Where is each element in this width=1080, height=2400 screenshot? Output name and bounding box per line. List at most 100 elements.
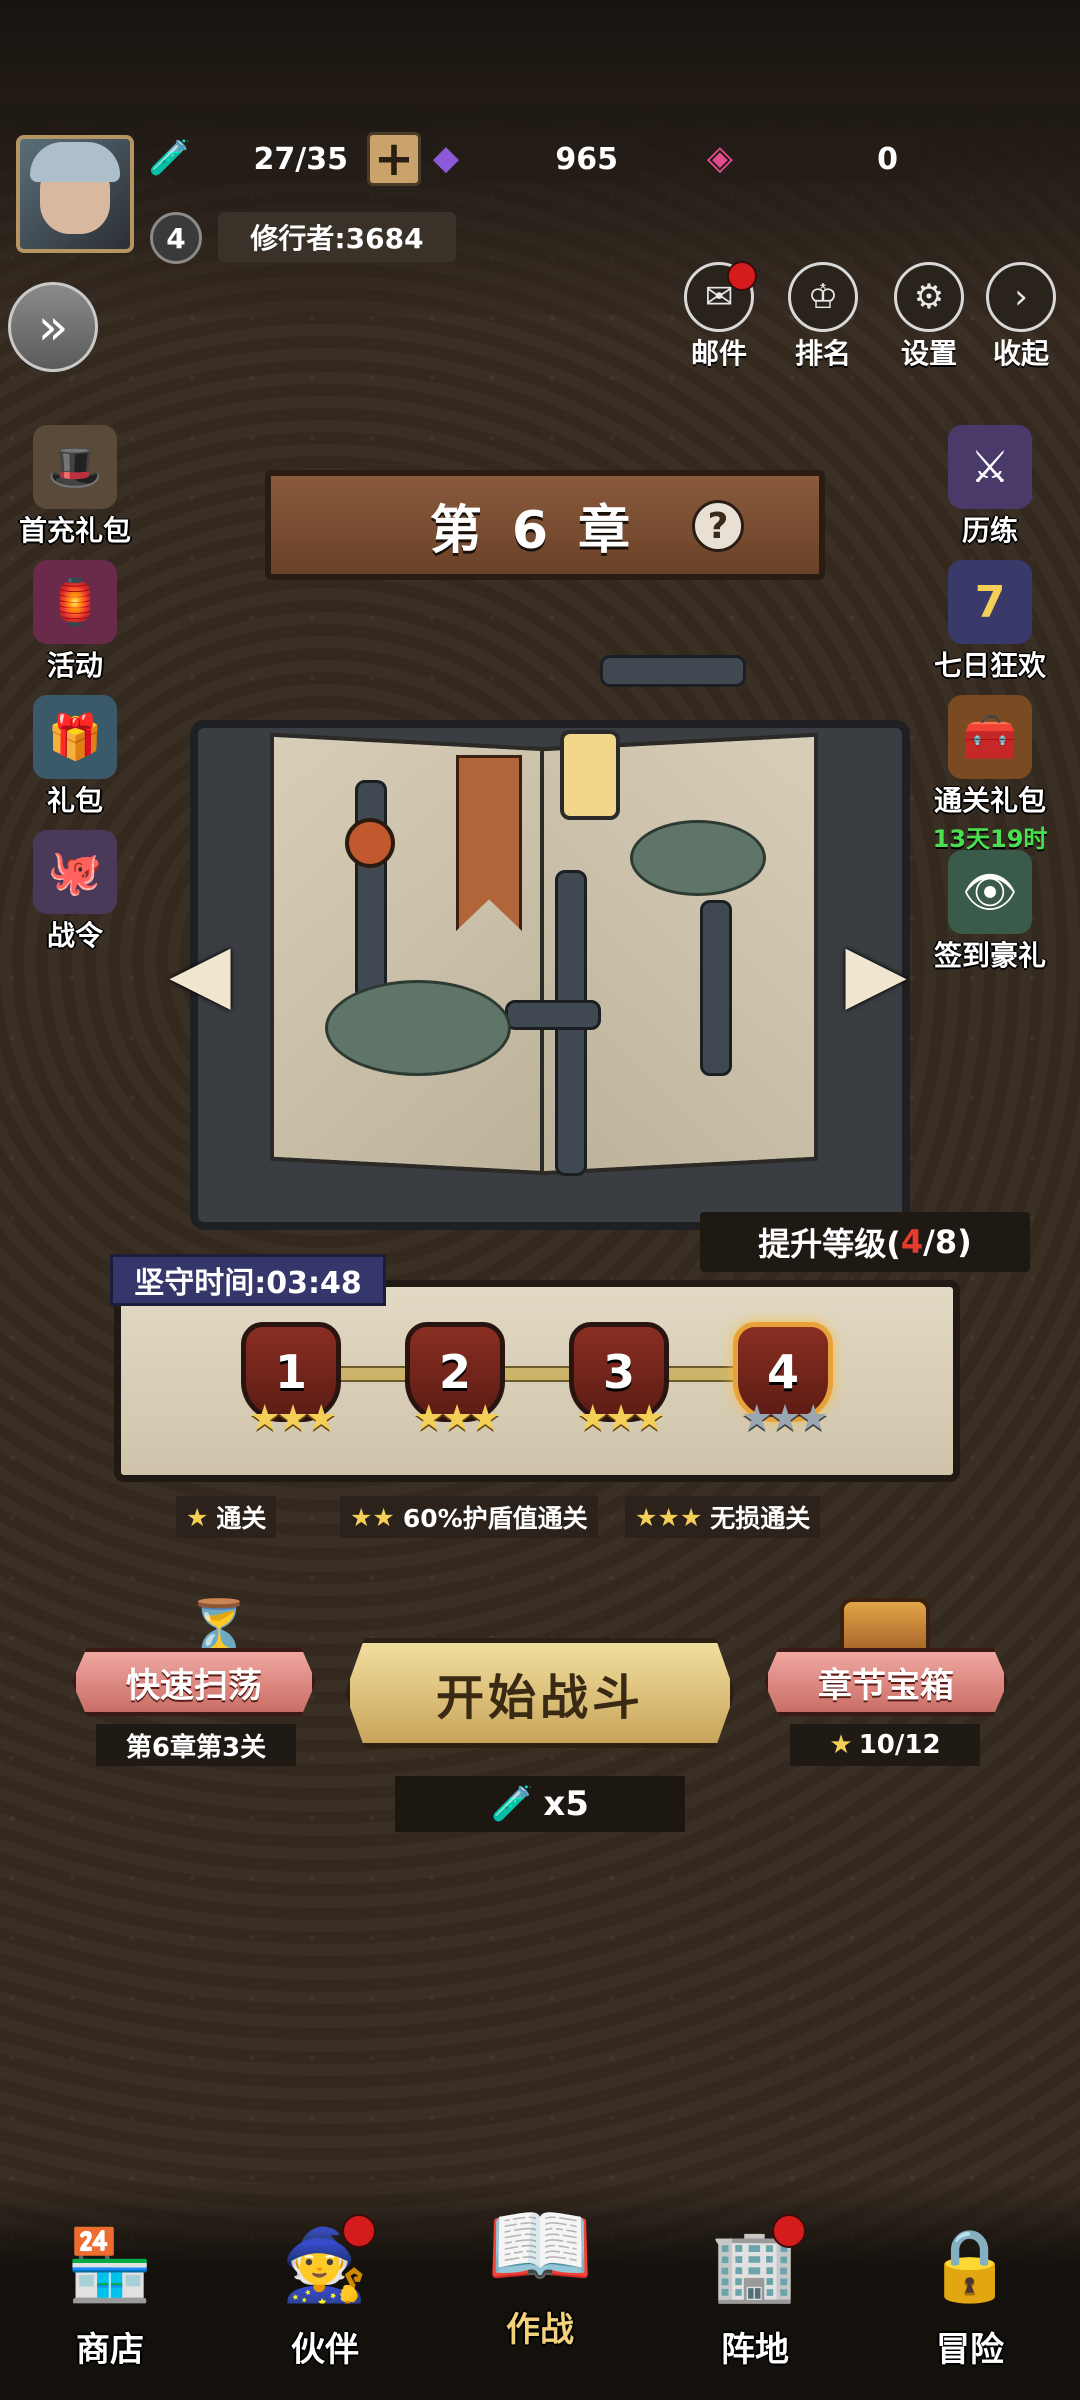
base-notification-dot	[772, 2214, 806, 2248]
collapse-button[interactable]: › 收起	[980, 262, 1062, 372]
stage-node-1[interactable]: 1 ★★★	[236, 1322, 346, 1462]
gem-value: 965	[555, 141, 618, 177]
event-label: 活动	[46, 649, 103, 682]
hold-time-tab: 坚守时间:03:48	[110, 1254, 386, 1306]
nav-base[interactable]: 🏢 阵地	[665, 2210, 845, 2371]
legend-stars-1: ★	[186, 1502, 209, 1532]
legend-text-2: 60%护盾值通关	[402, 1504, 588, 1533]
quick-sweep-button[interactable]: 快速扫荡	[72, 1648, 316, 1716]
next-chapter-arrow[interactable]: ▶	[836, 912, 916, 1032]
ranking-button[interactable]: ♔ 排名	[782, 262, 864, 372]
top-shade	[0, 0, 1080, 110]
chest-progress: ★ 10/12	[790, 1724, 980, 1766]
avatar-portrait	[30, 142, 120, 234]
chapter-help-button[interactable]: ?	[692, 500, 744, 552]
expand-menu-button[interactable]: »	[8, 282, 98, 372]
legend-text-1: 通关	[216, 1504, 267, 1533]
battle-pass-label: 战令	[46, 919, 103, 952]
nav-base-label: 阵地	[721, 2330, 789, 2370]
player-level: 4	[166, 221, 186, 255]
upgrade-label: 提升等级(	[758, 1225, 901, 1263]
valve-wheel	[345, 818, 395, 868]
battle-cost-value: x5	[543, 1784, 589, 1824]
battle-pass-button[interactable]: 🐙 战令	[0, 830, 150, 954]
ranking-label: 排名	[794, 337, 851, 370]
potion-cost-icon: 🧪	[491, 1784, 534, 1824]
upgrade-level-indicator[interactable]: 提升等级(4/8)	[700, 1212, 1030, 1272]
nav-adventure-label: 冒险	[936, 2330, 1004, 2370]
prev-chapter-arrow[interactable]: ◀	[160, 912, 240, 1032]
nav-partner-label: 伙伴	[291, 2330, 359, 2370]
pipe-far-right	[700, 900, 732, 1076]
nav-shop[interactable]: 🏪 商店	[20, 2210, 200, 2371]
stage-node-2[interactable]: 2 ★★★	[400, 1322, 510, 1462]
wizard-hat-icon: 🧙	[270, 2210, 380, 2320]
stamina-value: 27/35	[253, 141, 348, 177]
medal-icon: ♔	[788, 262, 858, 332]
player-name: 修行者:3684	[250, 222, 424, 255]
mail-notification-dot	[727, 261, 757, 291]
stage-stars-2: ★★★	[412, 1398, 502, 1439]
slime-puddle-left	[325, 980, 511, 1076]
start-battle-button[interactable]: 开始战斗	[345, 1638, 735, 1748]
question-icon: ?	[707, 505, 729, 547]
nav-shop-label: 商店	[76, 2330, 144, 2370]
chapter-chest-label: 章节宝箱	[818, 1665, 954, 1706]
nav-partner[interactable]: 🧙 伙伴	[235, 2210, 415, 2371]
building-icon: 🏢	[700, 2210, 810, 2320]
mail-label: 邮件	[690, 337, 747, 370]
stage-node-3[interactable]: 3 ★★★	[564, 1322, 674, 1462]
nav-battle-label: 作战	[506, 2310, 574, 2350]
trial-button[interactable]: ⚔ 历练	[915, 425, 1065, 549]
checkin-icon: 👁	[948, 850, 1032, 934]
start-battle-label: 开始战斗	[435, 1670, 644, 1726]
shop-icon: 🏪	[66, 2223, 154, 2306]
seven-day-icon: 7	[948, 560, 1032, 644]
sweep-stage-text: 第6章第3关	[125, 1732, 267, 1763]
trial-icon: ⚔	[948, 425, 1032, 509]
double-chevron-icon: »	[37, 298, 69, 356]
gem-icon: ◆	[432, 138, 460, 178]
upgrade-total: /8)	[923, 1223, 972, 1261]
stage-node-4[interactable]: 4 ★★★	[728, 1322, 838, 1462]
upgrade-current: 4	[900, 1223, 924, 1261]
mail-button[interactable]: ✉ 邮件	[678, 261, 760, 372]
clear-gift-label: 通关礼包	[933, 784, 1046, 817]
nav-battle[interactable]: 📖 作战	[450, 2190, 630, 2351]
legend-stars-3: ★★★	[635, 1502, 703, 1532]
checkin-label: 签到豪礼	[933, 939, 1046, 972]
stage-stars-3: ★★★	[576, 1398, 666, 1439]
adventure-lock-icon: 🔒	[926, 2223, 1014, 2306]
player-avatar[interactable]	[16, 135, 134, 253]
settings-label: 设置	[900, 337, 957, 370]
legend-stars-2: ★★	[350, 1502, 395, 1532]
add-stamina-button[interactable]: +	[367, 132, 421, 186]
ticket-value: 0	[877, 141, 898, 177]
event-icon: 🏮	[33, 560, 117, 644]
gift-button[interactable]: 🎁 礼包	[0, 695, 150, 819]
event-button[interactable]: 🏮 活动	[0, 560, 150, 684]
legend-shield: ★★ 60%护盾值通关	[340, 1496, 598, 1538]
seven-day-label: 七日狂欢	[933, 649, 1046, 682]
clear-gift-button[interactable]: 🧰 通关礼包 13天19时	[915, 695, 1065, 854]
nav-adventure[interactable]: 🔒 冒险	[880, 2210, 1060, 2371]
ticket-icon: ◈	[706, 138, 734, 178]
slime-puddle-right	[630, 820, 766, 896]
stage-stars-1: ★★★	[248, 1398, 338, 1439]
pipe-connector	[505, 1000, 601, 1030]
checkin-button[interactable]: 👁 签到豪礼	[915, 850, 1065, 974]
first-recharge-label: 首充礼包	[18, 514, 131, 547]
battle-pass-icon: 🐙	[33, 830, 117, 914]
clear-gift-icon: 🧰	[948, 695, 1032, 779]
stage-stars-4: ★★★	[740, 1398, 830, 1439]
seven-day-button[interactable]: 7 七日狂欢	[915, 560, 1065, 684]
legend-clear: ★ 通关	[176, 1496, 277, 1538]
gift-label: 礼包	[46, 784, 103, 817]
legend-flawless: ★★★ 无损通关	[625, 1496, 821, 1538]
legend-text-3: 无损通关	[710, 1504, 811, 1533]
gift-icon: 🎁	[33, 695, 117, 779]
chest-progress-value: 10/12	[858, 1730, 941, 1760]
first-recharge-button[interactable]: 🎩 首充礼包	[0, 425, 150, 549]
settings-button[interactable]: ⚙ 设置	[888, 262, 970, 372]
chapter-chest-button[interactable]: 章节宝箱	[764, 1648, 1008, 1716]
